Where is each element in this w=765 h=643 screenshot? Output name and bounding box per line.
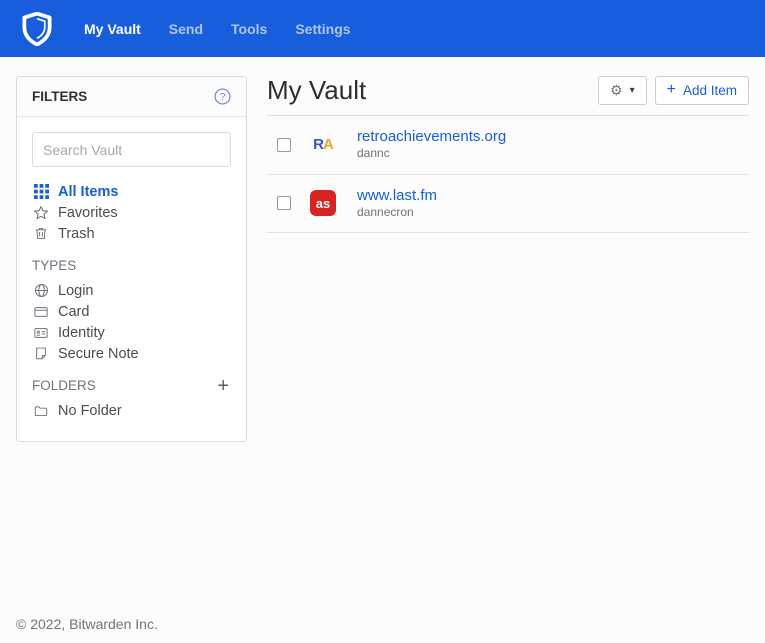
- types-list: Login Card: [32, 280, 231, 364]
- header-buttons: ⚙ ▾ + Add Item: [598, 76, 749, 105]
- item-username: dannecron: [357, 205, 437, 221]
- sidebar-item-label: Login: [58, 283, 93, 299]
- sidebar-item-secure-note[interactable]: Secure Note: [32, 343, 231, 364]
- nav-item-tools[interactable]: Tools: [217, 2, 281, 56]
- nav-item-settings[interactable]: Settings: [281, 2, 364, 56]
- search-input[interactable]: [32, 132, 231, 167]
- nav-item-my-vault[interactable]: My Vault: [70, 2, 155, 56]
- bitwarden-shield-icon: [22, 12, 52, 46]
- folders-heading-label: FOLDERS: [32, 378, 96, 393]
- sidebar-item-trash[interactable]: Trash: [32, 223, 231, 244]
- vault-header: My Vault ⚙ ▾ + Add Item: [267, 76, 749, 116]
- item-text: www.last.fm dannecron: [357, 187, 437, 221]
- id-card-icon: [32, 326, 50, 340]
- item-name-link[interactable]: www.last.fm: [357, 187, 437, 205]
- retroachievements-favicon: R A: [310, 132, 336, 158]
- lastfm-favicon: as: [310, 190, 336, 216]
- vault-options-button[interactable]: ⚙ ▾: [598, 76, 647, 105]
- folder-icon: [32, 404, 50, 418]
- filters-panel: FILTERS ?: [16, 76, 247, 442]
- trash-icon: [32, 226, 50, 241]
- nav-item-send[interactable]: Send: [155, 2, 217, 56]
- sidebar-item-login[interactable]: Login: [32, 280, 231, 301]
- item-username: dannc: [357, 146, 506, 162]
- bitwarden-logo[interactable]: [22, 12, 52, 46]
- note-icon: [32, 346, 50, 361]
- sidebar-item-all-items[interactable]: All Items: [32, 181, 231, 202]
- sidebar-item-label: Favorites: [58, 205, 118, 221]
- sidebar-item-identity[interactable]: Identity: [32, 322, 231, 343]
- sidebar-item-label: Card: [58, 304, 89, 320]
- item-checkbox[interactable]: [277, 138, 291, 152]
- plus-icon: +: [667, 82, 676, 98]
- credit-card-icon: [32, 305, 50, 319]
- help-icon[interactable]: ?: [214, 88, 231, 105]
- filters-body: All Items Favorites: [17, 117, 246, 441]
- vault-item-list: R A retroachievements.org dannc as www.l…: [267, 116, 749, 233]
- favicon-text: as: [310, 190, 336, 216]
- gear-icon: ⚙: [610, 84, 623, 98]
- item-checkbox[interactable]: [277, 196, 291, 210]
- svg-text:?: ?: [220, 92, 226, 103]
- add-folder-button[interactable]: +: [215, 380, 231, 392]
- chevron-down-icon: ▾: [630, 86, 635, 96]
- grid-icon: [32, 184, 50, 199]
- content-area: FILTERS ?: [0, 57, 765, 442]
- sidebar-item-label: Secure Note: [58, 346, 139, 362]
- globe-icon: [32, 283, 50, 298]
- sidebar-item-label: Trash: [58, 226, 95, 242]
- item-name-link[interactable]: retroachievements.org: [357, 128, 506, 146]
- types-heading-label: TYPES: [32, 258, 76, 273]
- favicon-letter: A: [323, 136, 333, 153]
- folders-section-heading: FOLDERS +: [32, 378, 231, 393]
- item-text: retroachievements.org dannc: [357, 128, 506, 162]
- favicon-letter: R: [313, 136, 323, 153]
- vault-item-row[interactable]: R A retroachievements.org dannc: [267, 116, 749, 175]
- sidebar-item-label: Identity: [58, 325, 105, 341]
- sidebar-item-favorites[interactable]: Favorites: [32, 202, 231, 223]
- add-item-label: Add Item: [683, 83, 737, 98]
- filters-header: FILTERS ?: [17, 77, 246, 117]
- main-navigation: My Vault Send Tools Settings: [70, 2, 365, 56]
- add-item-button[interactable]: + Add Item: [655, 76, 749, 105]
- sidebar-item-no-folder[interactable]: No Folder: [32, 400, 231, 421]
- star-icon: [32, 205, 50, 221]
- folders-list: No Folder: [32, 400, 231, 421]
- filters-title: FILTERS: [32, 89, 87, 104]
- filter-list: All Items Favorites: [32, 181, 231, 244]
- sidebar-item-card[interactable]: Card: [32, 301, 231, 322]
- sidebar-item-label: No Folder: [58, 403, 122, 419]
- page-title: My Vault: [267, 76, 366, 105]
- types-section-heading: TYPES: [32, 258, 231, 273]
- vault-main: My Vault ⚙ ▾ + Add Item R A: [267, 76, 749, 233]
- sidebar-item-label: All Items: [58, 184, 118, 200]
- vault-item-row[interactable]: as www.last.fm dannecron: [267, 175, 749, 234]
- top-navbar: My Vault Send Tools Settings: [0, 0, 765, 57]
- footer-copyright: © 2022, Bitwarden Inc.: [16, 616, 158, 632]
